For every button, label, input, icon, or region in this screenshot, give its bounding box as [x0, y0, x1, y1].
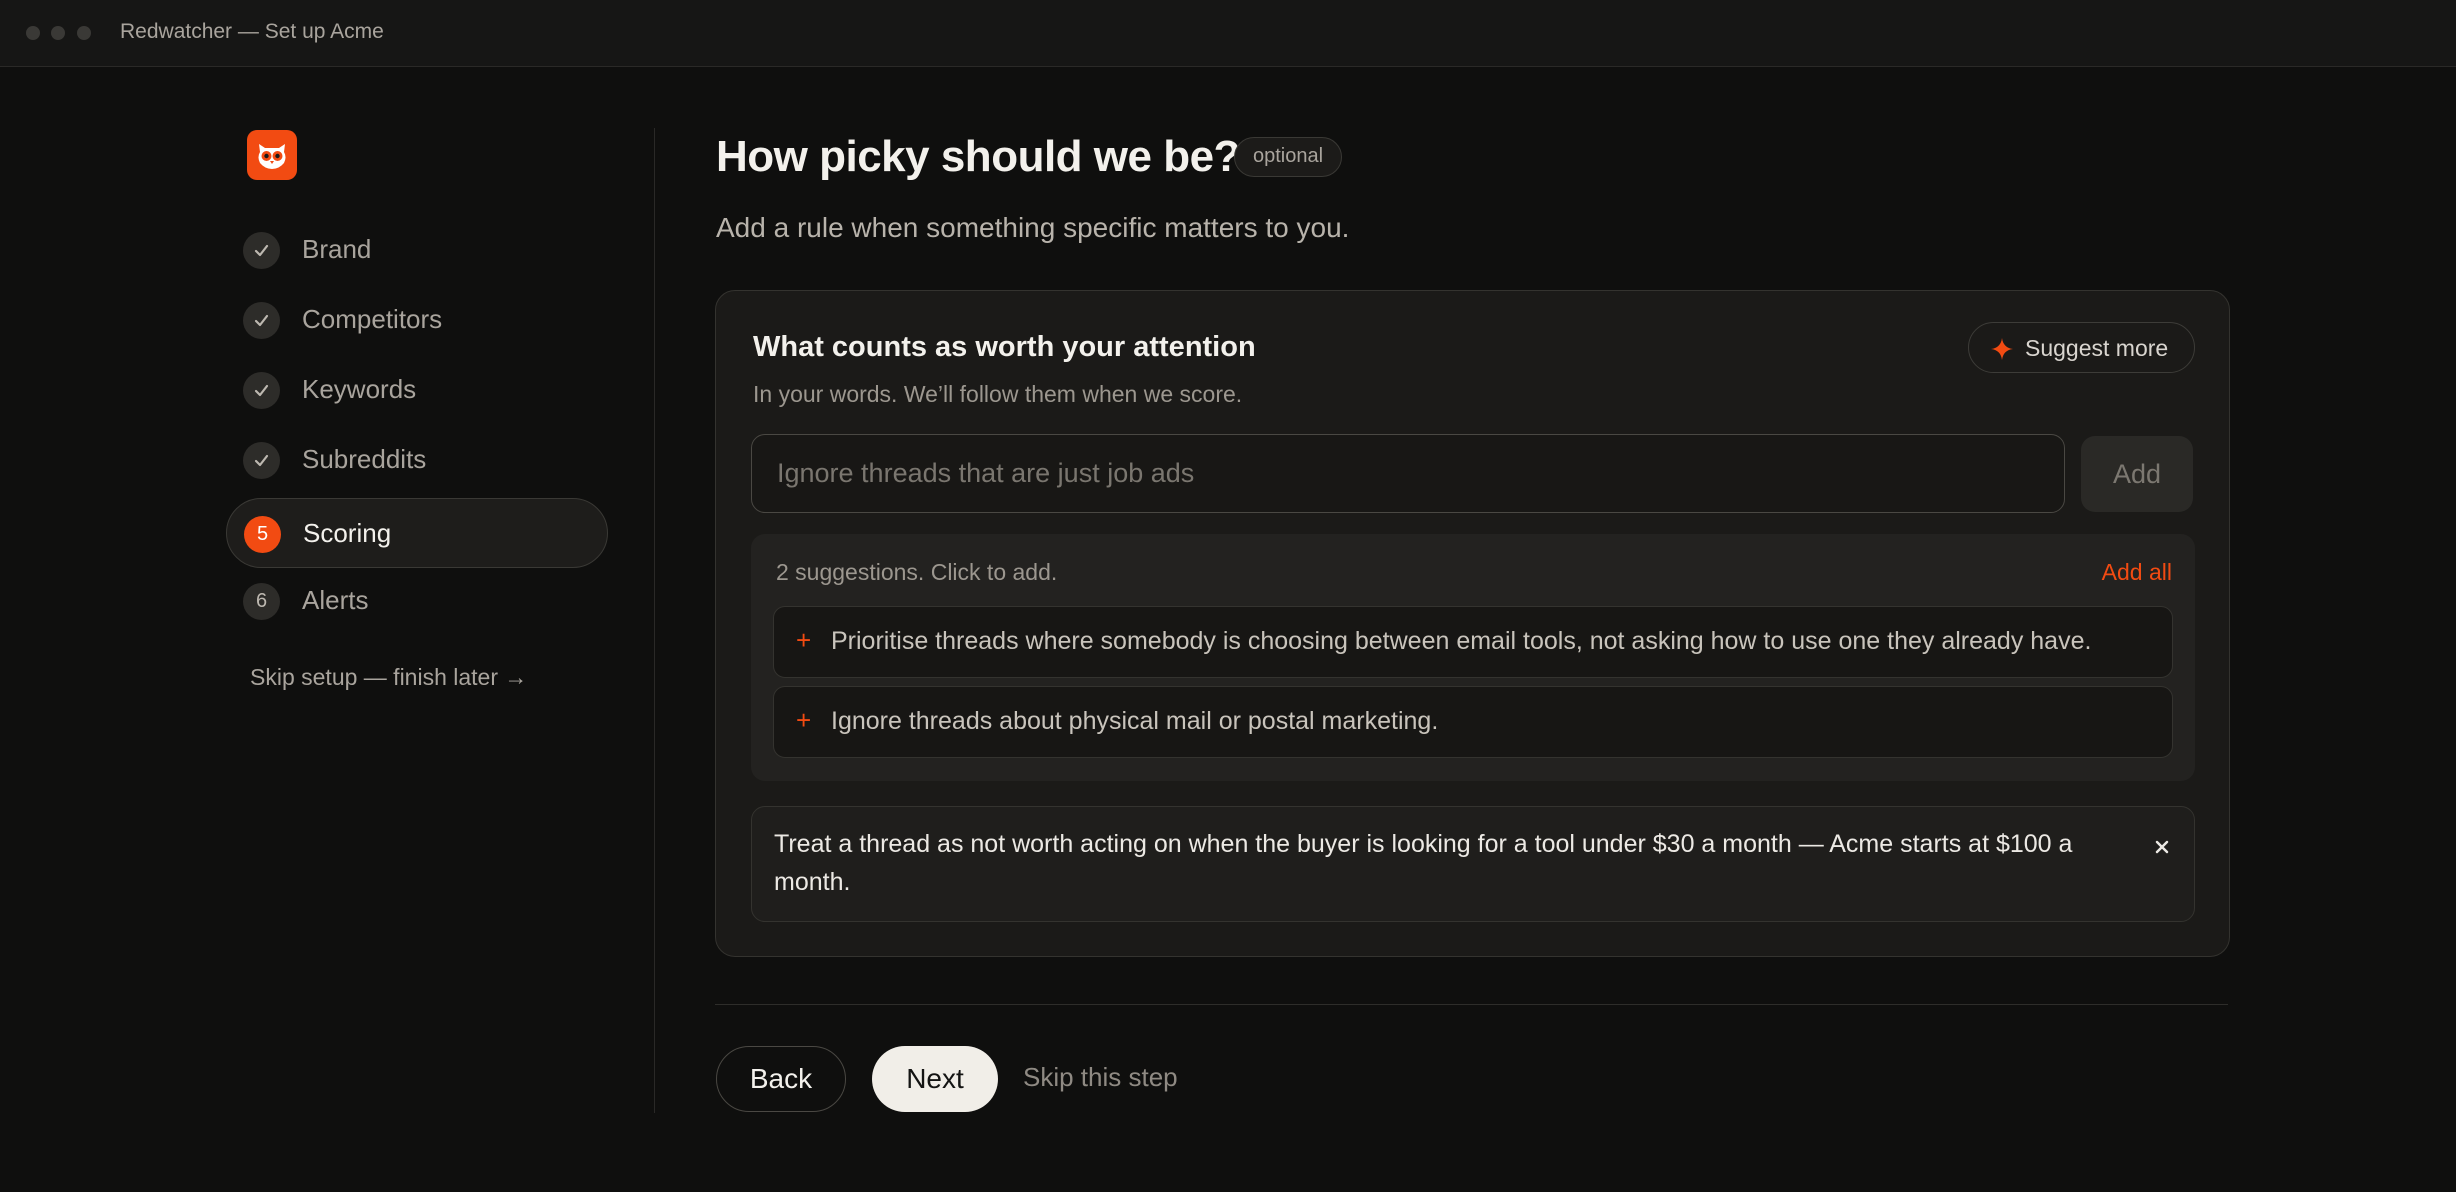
step-done-badge [243, 372, 280, 409]
plus-icon: + [796, 705, 812, 735]
window-minimize-dot[interactable] [51, 26, 65, 40]
close-icon[interactable] [2154, 839, 2170, 860]
suggestion-item[interactable]: + Ignore threads about physical mail or … [773, 686, 2173, 758]
title-bar: Redwatcher — Set up Acme [0, 0, 2456, 67]
page-subtitle: Add a rule when something specific matte… [716, 212, 1350, 243]
step-label: Keywords [302, 374, 417, 404]
suggestion-item[interactable]: + Prioritise threads where somebody is c… [773, 606, 2173, 678]
sidebar-divider [654, 128, 655, 1113]
plus-icon: + [796, 625, 812, 655]
step-label: Alerts [302, 585, 369, 615]
step-label: Competitors [302, 304, 443, 334]
back-button[interactable]: Back [716, 1046, 846, 1112]
suggestion-text: Ignore threads about physical mail or po… [831, 707, 1439, 735]
check-icon [254, 314, 269, 327]
suggest-more-button[interactable]: Suggest more [1968, 322, 2195, 373]
check-icon [254, 384, 269, 397]
suggest-more-label: Suggest more [2025, 335, 2169, 361]
rule-input[interactable] [751, 434, 2065, 513]
skip-step-link[interactable]: Skip this step [1023, 1062, 1178, 1093]
step-done-badge [243, 232, 280, 269]
suggestion-text: Prioritise threads where somebody is cho… [831, 627, 2092, 655]
step-number-badge: 6 [243, 583, 280, 620]
sparkle-icon [1991, 338, 2013, 360]
card-subtitle: In your words. We’ll follow them when we… [753, 381, 1243, 407]
owl-logo-icon [247, 130, 297, 180]
add-rule-button[interactable]: Add [2081, 436, 2193, 512]
step-number-badge: 5 [244, 516, 281, 553]
skip-setup-link[interactable]: Skip setup — finish later → [250, 664, 527, 691]
window-close-dot[interactable] [26, 26, 40, 40]
step-label: Scoring [303, 518, 392, 548]
check-icon [254, 244, 269, 257]
scoring-rules-card: What counts as worth your attention In y… [715, 290, 2230, 957]
suggestions-panel: 2 suggestions. Click to add. Add all + P… [751, 534, 2195, 781]
sidebar-step-brand[interactable]: Brand [226, 215, 608, 285]
step-done-badge [243, 302, 280, 339]
sidebar-step-keywords[interactable]: Keywords [226, 355, 608, 425]
window-zoom-dot[interactable] [77, 26, 91, 40]
step-done-badge [243, 442, 280, 479]
sidebar-step-alerts[interactable]: 6 Alerts [226, 566, 608, 636]
sidebar-step-subreddits[interactable]: Subreddits [226, 425, 608, 495]
rule-item: Treat a thread as not worth acting on wh… [751, 806, 2195, 922]
footer-divider [715, 1004, 2228, 1005]
check-icon [254, 454, 269, 467]
sidebar-step-competitors[interactable]: Competitors [226, 285, 608, 355]
sidebar-step-scoring[interactable]: 5 Scoring [226, 498, 608, 568]
add-all-button[interactable]: Add all [2102, 559, 2172, 586]
page-title: How picky should we be? [716, 132, 1240, 181]
optional-badge: optional [1234, 137, 1343, 177]
suggestions-count: 2 suggestions. Click to add. [776, 559, 1058, 585]
rule-text: Treat a thread as not worth acting on wh… [774, 830, 2073, 896]
card-title: What counts as worth your attention [753, 331, 1256, 363]
step-label: Subreddits [302, 444, 427, 474]
step-label: Brand [302, 234, 372, 264]
next-button[interactable]: Next [872, 1046, 998, 1112]
window-title: Redwatcher — Set up Acme [120, 20, 384, 43]
